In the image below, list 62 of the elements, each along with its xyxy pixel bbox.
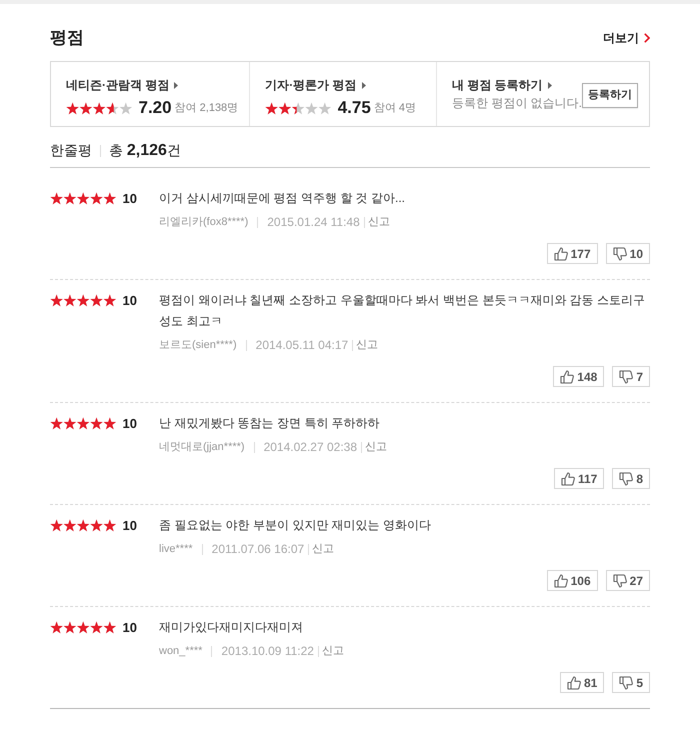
like-button[interactable]: 148: [553, 366, 604, 387]
section-title: 한줄평: [50, 141, 92, 160]
review-text: 재미가있다재미지다재미져: [159, 619, 304, 636]
review-score: 10: [122, 414, 137, 433]
review-score: 10: [122, 618, 137, 637]
participant-count: 참여 4명: [374, 100, 416, 116]
report-link[interactable]: 신고: [356, 336, 378, 354]
rating-score: 7.20: [138, 97, 172, 119]
review-author: 보르도(sien****): [159, 338, 237, 353]
dislike-button[interactable]: 10: [606, 243, 650, 264]
like-button[interactable]: 81: [560, 672, 604, 693]
dislike-button[interactable]: 27: [606, 570, 650, 591]
thumbs-down-icon: [612, 574, 627, 588]
like-button[interactable]: 106: [546, 570, 598, 591]
like-button[interactable]: 117: [554, 468, 604, 489]
report-link[interactable]: 신고: [312, 540, 334, 558]
more-link[interactable]: 더보기: [603, 29, 650, 47]
thumbs-up-icon: [560, 370, 574, 384]
review-score: 10: [122, 516, 137, 535]
thumbs-up-icon: [566, 676, 581, 690]
caret-icon: [174, 82, 178, 88]
rating-score: 4.75: [338, 97, 371, 119]
caret-icon: [548, 82, 552, 88]
review-count: 총 2,126건: [109, 141, 181, 161]
review-date: 2013.10.09 11:22: [221, 643, 314, 660]
review-text: 이거 삼시세끼때문에 평점 역주행 할 것 같아...: [159, 190, 406, 207]
chevron-right-icon: [644, 33, 650, 43]
thumbs-up-icon: [554, 574, 568, 588]
review-author: 리엘리카(fox8****): [159, 215, 248, 230]
review-date: 2014.05.11 04:17: [256, 337, 348, 354]
review-author: won_****: [159, 644, 202, 659]
review-date: 2015.01.24 11:48: [267, 214, 360, 231]
review-text: 난 재밌게봤다 똥참는 장면 특히 푸하하하: [159, 415, 381, 432]
report-link[interactable]: 신고: [322, 642, 344, 660]
rating-link[interactable]: 네티즌·관람객 평점: [66, 76, 178, 94]
thumbs-down-icon: [619, 676, 634, 690]
like-button[interactable]: 177: [546, 243, 598, 264]
register-button[interactable]: 등록하기: [582, 83, 638, 108]
thumbs-down-icon: [612, 246, 627, 260]
dislike-button[interactable]: 7: [612, 366, 650, 387]
empty-rating-message: 등록한 평점이 없습니다.: [452, 95, 582, 112]
section-title: 평점: [50, 27, 84, 49]
review-text: 평점이 왜이러냐 칠년째 소장하고 우울할때마다 봐서 백번은 본듯ㅋㅋ재미와 감동 스토리구성도 최고ㅋ: [159, 292, 646, 330]
rating-link[interactable]: 기자·평론가 평점: [265, 76, 366, 94]
review-text: 좀 필요없는 야한 부분이 있지만 재미있는 영화이다: [159, 517, 432, 534]
review-score: 10: [122, 190, 137, 208]
thumbs-down-icon: [619, 472, 634, 486]
review-score: 10: [122, 292, 137, 310]
thumbs-down-icon: [619, 370, 634, 384]
report-link[interactable]: 신고: [368, 213, 390, 231]
register-rating-link[interactable]: 내 평점 등록하기: [452, 76, 552, 94]
review-date: 2014.02.27 02:38: [264, 439, 357, 456]
review-author: live****: [159, 542, 193, 557]
thumbs-up-icon: [560, 472, 575, 486]
review-date: 2011.07.06 16:07: [212, 541, 304, 558]
participant-count: 참여 2,138명: [174, 100, 238, 116]
dislike-button[interactable]: 5: [612, 672, 650, 693]
thumbs-up-icon: [554, 246, 568, 260]
review-author: 네멋대로(jjan****): [159, 440, 245, 455]
dislike-button[interactable]: 8: [612, 468, 650, 489]
caret-icon: [362, 82, 366, 88]
report-link[interactable]: 신고: [365, 438, 387, 456]
